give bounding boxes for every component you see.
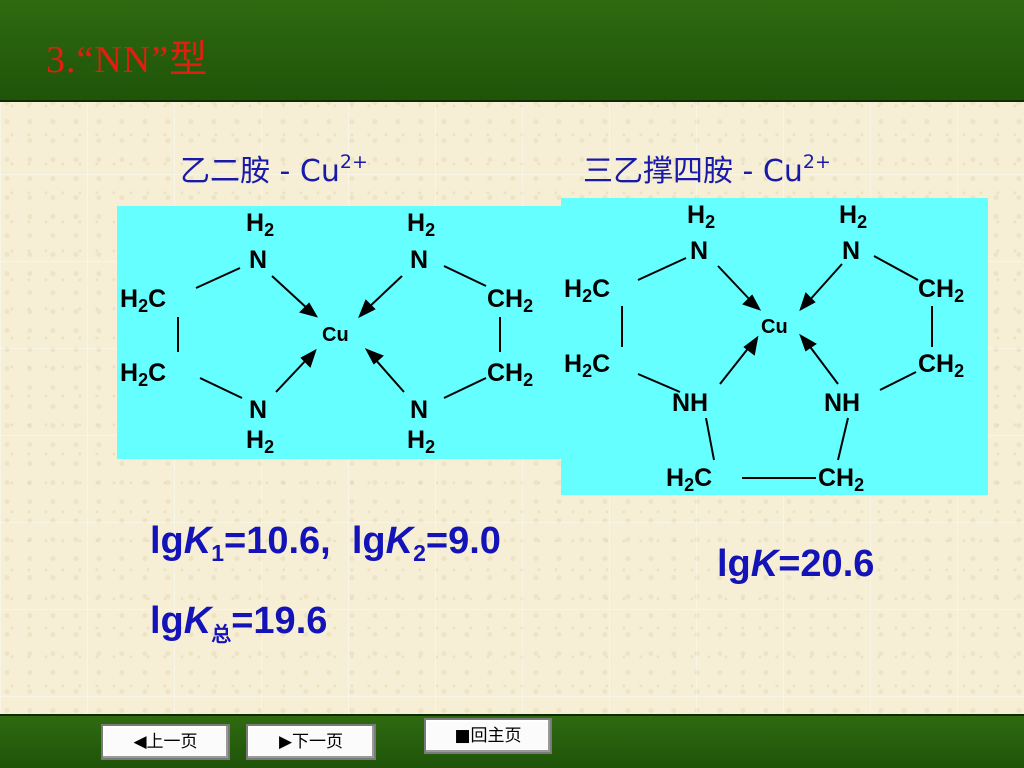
n-top-left-right: N — [690, 237, 708, 265]
bond-nh-h2c-bottom — [705, 417, 715, 461]
next-page-button[interactable]: ▶下一页 — [246, 724, 376, 760]
eq1-k2: K — [385, 520, 414, 562]
eq3-suffix: =20.6 — [778, 543, 875, 585]
cu-center-right: Cu — [761, 316, 788, 338]
eq1-k2-sub: 2 — [413, 540, 426, 566]
arrow-sw-to-cu-right — [719, 345, 751, 385]
arrow-se-to-cu-right — [807, 343, 839, 385]
right-bonds — [621, 255, 933, 479]
h2-top-right-right: H2 — [839, 201, 867, 232]
right-atom-labels: H2 N H2 N H2C H2C CH2 CH2 Cu NH NH H2C C… — [564, 201, 964, 495]
eq1-k1-sub: 1 — [211, 540, 225, 566]
eq1-suffix: =9.0 — [425, 520, 501, 562]
eq2-suffix: =19.6 — [231, 600, 328, 642]
ch2-lower-right-panel: CH2 — [918, 350, 964, 381]
arrow-nw-to-cu-right — [717, 265, 753, 303]
equation-lgk-trien: lgK=20.6 — [717, 543, 874, 586]
bond-nh-ch2-bottom — [837, 417, 849, 461]
n-top-right-right: N — [842, 237, 860, 265]
nh-right: NH — [824, 389, 860, 417]
eq1-mid: =10.6, lg — [224, 520, 386, 562]
arrow-ne-to-cu-right — [807, 263, 843, 303]
eq1-prefix: lg — [150, 520, 184, 562]
eq2-k-sub: 总 — [211, 622, 232, 646]
bottom-nav-bar: ◀上一页 ▶下一页 ■回主页 — [0, 714, 1024, 768]
equation-lgk-total: lgK总=19.6 — [150, 600, 327, 647]
eq2-prefix: lg — [150, 600, 184, 642]
prev-page-button[interactable]: ◀上一页 — [101, 724, 230, 760]
eq1-k1: K — [183, 520, 212, 562]
h2c-upper-right-panel: H2C — [564, 275, 610, 306]
equation-lgk1-lgk2: lgK1=10.6, lgK2=9.0 — [150, 520, 501, 567]
bond-ch2-nh-right — [879, 371, 917, 391]
bond-n-ch2-upper — [873, 255, 919, 281]
eq2-k: K — [183, 600, 212, 642]
home-page-button[interactable]: ■回主页 — [424, 718, 552, 754]
ch2-upper-right-panel: CH2 — [918, 275, 964, 306]
h2-top-left-right: H2 — [687, 201, 715, 232]
arrowhead-se-right — [799, 333, 817, 352]
eq3-k: K — [750, 543, 779, 585]
bond-n-h2c-upper — [637, 257, 687, 281]
h2c-lower-right-panel: H2C — [564, 350, 610, 381]
h2c-bottom: H2C — [666, 464, 712, 495]
eq3-prefix: lg — [717, 543, 751, 585]
nh-left: NH — [672, 389, 708, 417]
trien-cu-structure: H2 N H2 N H2C H2C CH2 CH2 Cu NH NH H2C C… — [564, 201, 964, 495]
arrowhead-nw-right — [742, 294, 762, 311]
ch2-bottom: CH2 — [818, 464, 864, 495]
